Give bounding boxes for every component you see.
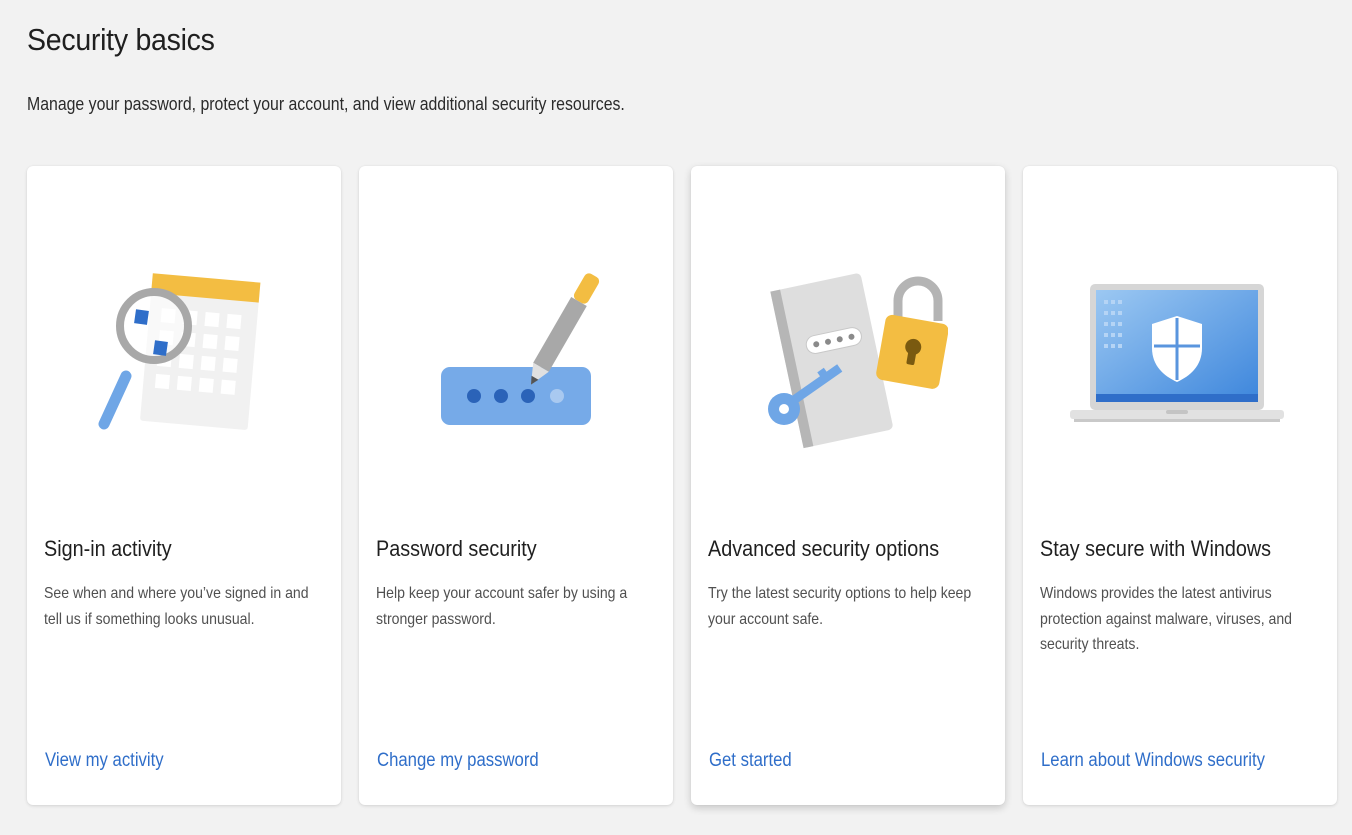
- page-subtitle: Manage your password, protect your accou…: [27, 94, 625, 114]
- card-title: Password security: [376, 536, 537, 561]
- laptop-shield-icon: [1023, 254, 1337, 454]
- card-list: Sign-in activity See when and where you’…: [27, 166, 1337, 805]
- card-description: See when and where you’ve signed in and …: [44, 585, 309, 628]
- learn-about-windows-security-link[interactable]: Learn about Windows security: [1041, 750, 1265, 772]
- calendar-magnifier-icon: [27, 254, 341, 454]
- card-description: Try the latest security options to help …: [708, 585, 972, 628]
- card-description: Windows provides the latest antivirus pr…: [1040, 585, 1293, 653]
- card-advanced-security-options: Advanced security options Try the latest…: [691, 166, 1005, 805]
- page-title: Security basics: [27, 22, 215, 57]
- card-title: Stay secure with Windows: [1040, 536, 1272, 561]
- card-stay-secure-windows: Stay secure with Windows Windows provide…: [1023, 166, 1337, 805]
- password-pen-icon: [359, 254, 673, 454]
- card-sign-in-activity: Sign-in activity See when and where you’…: [27, 166, 341, 805]
- view-my-activity-link[interactable]: View my activity: [45, 750, 164, 772]
- card-password-security: Password security Help keep your account…: [359, 166, 673, 805]
- lock-key-icon: [691, 254, 1005, 454]
- security-basics-page: Security basics Manage your password, pr…: [0, 0, 1352, 835]
- card-description: Help keep your account safer by using a …: [376, 585, 628, 628]
- change-my-password-link[interactable]: Change my password: [377, 750, 539, 772]
- card-title: Advanced security options: [708, 536, 940, 561]
- get-started-link[interactable]: Get started: [709, 750, 792, 772]
- card-title: Sign-in activity: [44, 536, 172, 561]
